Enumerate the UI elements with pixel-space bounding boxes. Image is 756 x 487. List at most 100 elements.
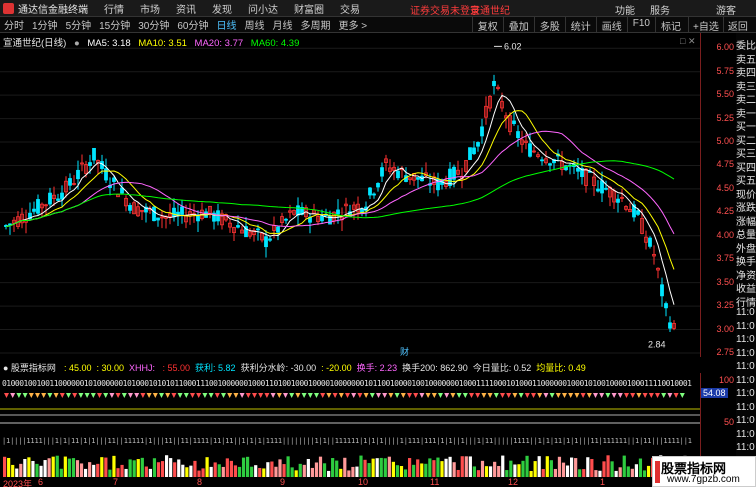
time-label: 11 <box>430 477 440 487</box>
signal-marker <box>357 393 363 398</box>
signal-marker <box>252 393 257 398</box>
site-watermark: 股票指标网 www.7gpzb.com <box>652 456 756 487</box>
volume-bar <box>209 466 213 477</box>
price-tick: 5.75 <box>716 65 734 76</box>
volume-bar <box>63 456 67 477</box>
volume-bar <box>314 462 319 477</box>
restore-icon[interactable]: □ <box>680 36 685 46</box>
candle-body <box>48 192 52 205</box>
volume-bar <box>270 461 274 477</box>
signal-marker <box>419 393 425 398</box>
volume-bar <box>339 468 343 477</box>
volume-bar <box>371 458 375 477</box>
volume-bar <box>185 467 189 477</box>
stock-link[interactable]: 宣通世纪 <box>470 2 510 17</box>
candle-body <box>516 131 520 138</box>
volume-bar <box>262 468 266 477</box>
user-guest[interactable]: 游客 <box>716 2 736 17</box>
price-tick: 4.25 <box>716 206 734 217</box>
volume-bar <box>189 465 193 477</box>
price-tick: 5.50 <box>716 89 734 100</box>
period-tab-6[interactable]: 日线 <box>213 17 241 32</box>
signal-marker <box>295 393 301 398</box>
period-tab-0[interactable]: 分时 <box>0 17 28 32</box>
signal-marker <box>524 393 530 398</box>
volume-bar <box>493 461 497 477</box>
volume-bar <box>460 456 464 477</box>
volume-bar <box>104 457 108 477</box>
toolbar-adjust[interactable]: 复权 <box>471 17 503 33</box>
candle-body <box>600 180 604 194</box>
volume-bar <box>156 462 161 477</box>
candlestick-chart[interactable]: 宣通世纪(日线) ● MA5: 3.18 MA10: 3.51 MA20: 3.… <box>0 33 700 357</box>
toolbar-statistics[interactable]: 统计 <box>564 17 596 33</box>
period-tab-4[interactable]: 30分钟 <box>134 17 173 32</box>
signal-marker <box>617 393 623 398</box>
toolbar-overlay[interactable]: 叠加 <box>502 17 534 33</box>
volume-bar <box>274 466 278 477</box>
volume-bar <box>51 456 55 477</box>
ma-line <box>5 110 675 270</box>
close-icon[interactable]: ✕ <box>688 36 696 46</box>
period-tab-9[interactable]: 多周期 <box>297 17 335 32</box>
period-tab-5[interactable]: 60分钟 <box>173 17 212 32</box>
menu-quotes[interactable]: 行情 <box>104 1 124 16</box>
candle-body <box>284 218 288 221</box>
menu-trade[interactable]: 交易 <box>340 1 360 16</box>
volume-bar <box>55 455 59 477</box>
candle-body <box>76 169 80 180</box>
signal-marker <box>28 393 34 398</box>
volume-bar <box>241 457 246 477</box>
period-tab-2[interactable]: 5分钟 <box>62 17 96 32</box>
add-watchlist-button[interactable]: +自选 <box>688 17 723 33</box>
candle-body <box>128 205 132 211</box>
signal-marker <box>90 393 96 398</box>
volume-bar <box>622 455 626 477</box>
menu-market[interactable]: 市场 <box>140 1 160 16</box>
toolbar-multi-stock[interactable]: 多股 <box>533 17 565 33</box>
menu-function[interactable]: 功能 <box>615 2 635 17</box>
candle-body <box>368 187 372 196</box>
indicator-plot[interactable]: 0100010010011000000101000000101000101010… <box>0 373 700 477</box>
order-book-label: 11:0 <box>736 307 755 318</box>
toolbar-draw[interactable]: 画线 <box>595 17 627 33</box>
time-label: 10 <box>358 477 369 487</box>
period-tab-8[interactable]: 月线 <box>269 17 297 32</box>
menu-discover[interactable]: 发现 <box>212 1 232 16</box>
signal-marker <box>580 393 586 398</box>
volume-bar <box>144 466 148 477</box>
volume-bar <box>27 457 31 477</box>
volume-bar <box>152 458 157 477</box>
candle-body <box>112 177 116 182</box>
candle-body <box>256 228 260 231</box>
menu-service[interactable]: 服务 <box>650 2 670 17</box>
menu-wealth[interactable]: 财富圈 <box>294 1 324 16</box>
indicator-name[interactable]: ● 股票指标网 <box>3 363 56 373</box>
period-tab-3[interactable]: 15分钟 <box>95 17 134 32</box>
volume-bar <box>574 458 578 477</box>
signal-marker <box>562 393 567 398</box>
volume-bar <box>229 460 233 477</box>
menu-assistant[interactable]: 问小达 <box>248 1 278 16</box>
back-button[interactable]: 返回 <box>722 17 752 33</box>
volume-bar <box>578 469 582 477</box>
menu-news[interactable]: 资讯 <box>176 1 196 16</box>
volume-bar <box>278 459 282 477</box>
volume-bar <box>432 460 436 477</box>
price-tick: 6.00 <box>716 42 734 53</box>
period-tab-10[interactable]: 更多 > <box>335 17 372 32</box>
volume-bar <box>444 458 448 477</box>
signal-marker <box>586 393 592 398</box>
toolbar-mark[interactable]: 标记 <box>655 17 686 33</box>
settings-dot-icon[interactable]: ● <box>74 38 80 49</box>
volume-bar <box>646 465 651 477</box>
period-tab-1[interactable]: 1分钟 <box>28 17 62 32</box>
ma10-label: MA10: 3.51 <box>138 38 187 49</box>
signal-marker <box>22 393 28 398</box>
period-tab-7[interactable]: 周线 <box>241 17 269 32</box>
volume-bar <box>335 460 339 477</box>
signal-marker <box>599 393 605 398</box>
signal-marker <box>462 393 468 398</box>
signal-marker <box>289 393 295 398</box>
toolbar-f10[interactable]: F10 <box>626 17 655 33</box>
